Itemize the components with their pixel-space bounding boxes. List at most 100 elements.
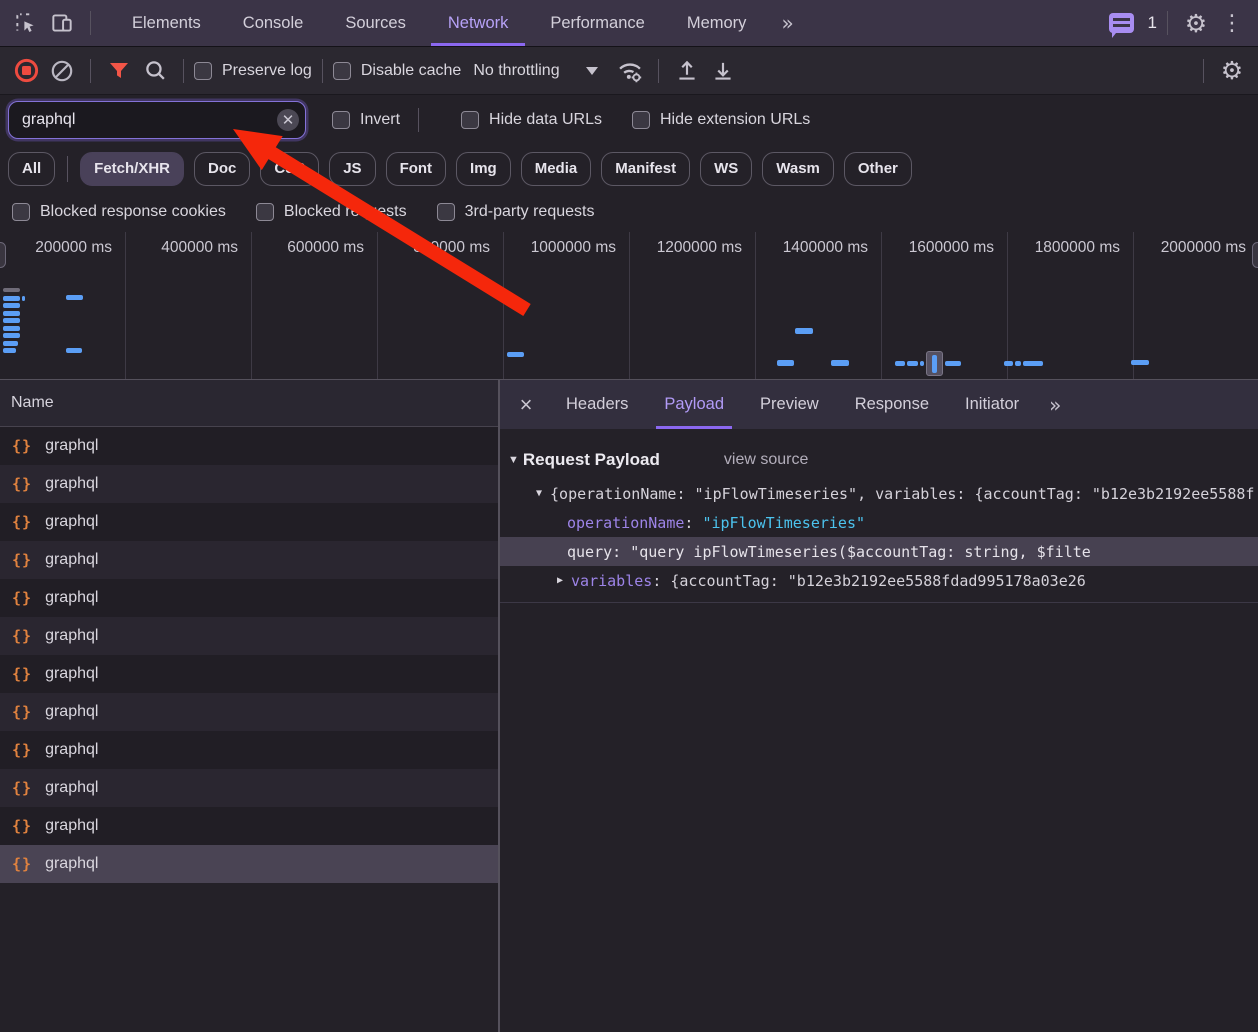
request-row[interactable]: {} graphql <box>0 731 498 769</box>
panel-tab[interactable]: Console <box>222 0 325 46</box>
filter-option-checkbox[interactable]: 3rd-party requests <box>437 203 595 221</box>
close-details-icon[interactable]: × <box>504 380 548 429</box>
resource-type-chip[interactable]: All <box>8 152 55 186</box>
expander-down-icon[interactable]: ▼ <box>508 454 519 466</box>
details-tab[interactable]: Headers <box>548 380 646 429</box>
details-tab[interactable]: Response <box>837 380 947 429</box>
filter-funnel-icon[interactable] <box>101 53 137 89</box>
filter-input[interactable] <box>8 101 306 139</box>
request-timing-mark <box>895 361 905 366</box>
filter-option-checkbox[interactable]: Blocked response cookies <box>12 203 226 221</box>
more-details-tabs-icon[interactable]: » <box>1037 393 1071 417</box>
record-network-log-icon[interactable] <box>8 53 44 89</box>
timeline-column: 400000 ms <box>126 232 252 379</box>
resource-type-chip[interactable]: Doc <box>194 152 250 186</box>
request-row[interactable]: {} graphql <box>0 465 498 503</box>
throttling-select[interactable]: No throttling <box>473 61 597 81</box>
view-source-link[interactable]: view source <box>724 451 808 469</box>
hide-data-urls-checkbox[interactable]: Hide data URLs <box>461 111 602 129</box>
search-icon[interactable] <box>137 53 173 89</box>
overview-right-handle[interactable] <box>1252 242 1258 268</box>
settings-gear-icon[interactable]: ⚙ <box>1178 5 1214 41</box>
filter-option-checkbox[interactable]: Blocked requests <box>256 203 407 221</box>
panel-tab[interactable]: Performance <box>529 0 665 46</box>
request-row[interactable]: {} graphql <box>0 427 498 465</box>
request-timing-mark <box>3 326 20 331</box>
resource-type-chip[interactable]: Img <box>456 152 511 186</box>
request-row[interactable]: {} graphql <box>0 503 498 541</box>
panel-tab[interactable]: Sources <box>324 0 427 46</box>
kebab-menu-icon[interactable]: ⋮ <box>1214 5 1250 41</box>
import-har-icon[interactable] <box>669 53 705 89</box>
request-timing-mark <box>920 361 924 366</box>
request-row[interactable]: {} graphql <box>0 617 498 655</box>
checkbox[interactable] <box>632 111 650 129</box>
request-row[interactable]: {} graphql <box>0 807 498 845</box>
payload-row-query[interactable]: query: "query ipFlowTimeseries($accountT… <box>500 537 1258 566</box>
checkbox[interactable] <box>333 62 351 80</box>
checkbox[interactable] <box>12 203 30 221</box>
chevron-down-icon <box>586 67 598 81</box>
expander-right-icon[interactable]: ▶ <box>557 575 563 586</box>
resource-type-chip[interactable]: Media <box>521 152 592 186</box>
network-settings-gear-icon[interactable]: ⚙ <box>1214 53 1250 89</box>
disable-cache-checkbox[interactable]: Disable cache <box>333 62 462 80</box>
resource-type-filters: All Fetch/XHR Doc CSS JS Font Img Media Manifest… <box>0 145 1258 192</box>
checkbox[interactable] <box>256 203 274 221</box>
checkbox[interactable] <box>194 62 212 80</box>
request-timing-mark <box>3 333 20 338</box>
request-row[interactable]: {} graphql <box>0 541 498 579</box>
clear-network-log-icon[interactable] <box>44 53 80 89</box>
resource-type-chip[interactable]: CSS <box>260 152 319 186</box>
invert-checkbox[interactable]: Invert <box>332 111 400 129</box>
request-row[interactable]: {} graphql <box>0 845 498 883</box>
details-tab[interactable]: Preview <box>742 380 837 429</box>
network-conditions-icon[interactable] <box>612 53 648 89</box>
resource-type-chip[interactable]: Wasm <box>762 152 834 186</box>
request-timing-mark <box>1131 360 1149 365</box>
hide-extension-urls-checkbox[interactable]: Hide extension URLs <box>632 111 810 129</box>
requests-column-header[interactable]: Name <box>0 380 498 427</box>
export-har-icon[interactable] <box>705 53 741 89</box>
payload-row-operation-name[interactable]: operationName: "ipFlowTimeseries" <box>500 508 1258 537</box>
expander-down-icon[interactable]: ▼ <box>536 488 542 499</box>
request-timing-mark <box>777 360 794 366</box>
overview-left-handle[interactable] <box>0 242 6 268</box>
request-row[interactable]: {} graphql <box>0 769 498 807</box>
resource-type-chip[interactable]: Font <box>386 152 446 186</box>
timeline-column: 1200000 ms <box>630 232 756 379</box>
divider <box>90 11 91 35</box>
payload-root-row[interactable]: ▼{operationName: "ipFlowTimeseries", var… <box>500 479 1258 508</box>
resource-type-chip[interactable]: Manifest <box>601 152 690 186</box>
preserve-log-checkbox[interactable]: Preserve log <box>194 62 312 80</box>
request-row[interactable]: {} graphql <box>0 693 498 731</box>
json-braces-icon: {} <box>12 741 32 759</box>
resource-type-chip[interactable]: JS <box>329 152 375 186</box>
device-toolbar-icon[interactable] <box>44 5 80 41</box>
network-overview-timeline[interactable]: 200000 ms 400000 ms 600000 ms 800000 ms … <box>0 232 1258 380</box>
resource-type-chip[interactable]: WS <box>700 152 752 186</box>
more-tabs-icon[interactable]: » <box>767 11 805 35</box>
timeline-column: 1800000 ms <box>1008 232 1134 379</box>
panel-tab[interactable]: Elements <box>111 0 222 46</box>
json-braces-icon: {} <box>12 627 32 645</box>
issues-message-icon[interactable] <box>1104 5 1140 41</box>
request-row[interactable]: {} graphql <box>0 579 498 617</box>
request-timing-mark <box>22 296 25 301</box>
details-tab[interactable]: Initiator <box>947 380 1037 429</box>
divider <box>183 59 184 83</box>
request-payload-section[interactable]: ▼ Request Payload view source <box>508 445 1258 475</box>
checkbox[interactable] <box>332 111 350 129</box>
inspect-element-icon[interactable] <box>8 5 44 41</box>
checkbox[interactable] <box>461 111 479 129</box>
checkbox[interactable] <box>437 203 455 221</box>
details-tab[interactable]: Payload <box>646 380 742 429</box>
resource-type-chip[interactable]: Other <box>844 152 912 186</box>
resource-type-chip[interactable]: Fetch/XHR <box>80 152 184 186</box>
payload-row-variables[interactable]: ▶variables: {accountTag: "b12e3b2192ee55… <box>500 566 1258 595</box>
panel-tab[interactable]: Memory <box>666 0 768 46</box>
payload-string-value: "ipFlowTimeseries" <box>702 514 865 532</box>
panel-tab[interactable]: Network <box>427 0 530 46</box>
clear-filter-icon[interactable]: ✕ <box>277 109 299 131</box>
request-row[interactable]: {} graphql <box>0 655 498 693</box>
